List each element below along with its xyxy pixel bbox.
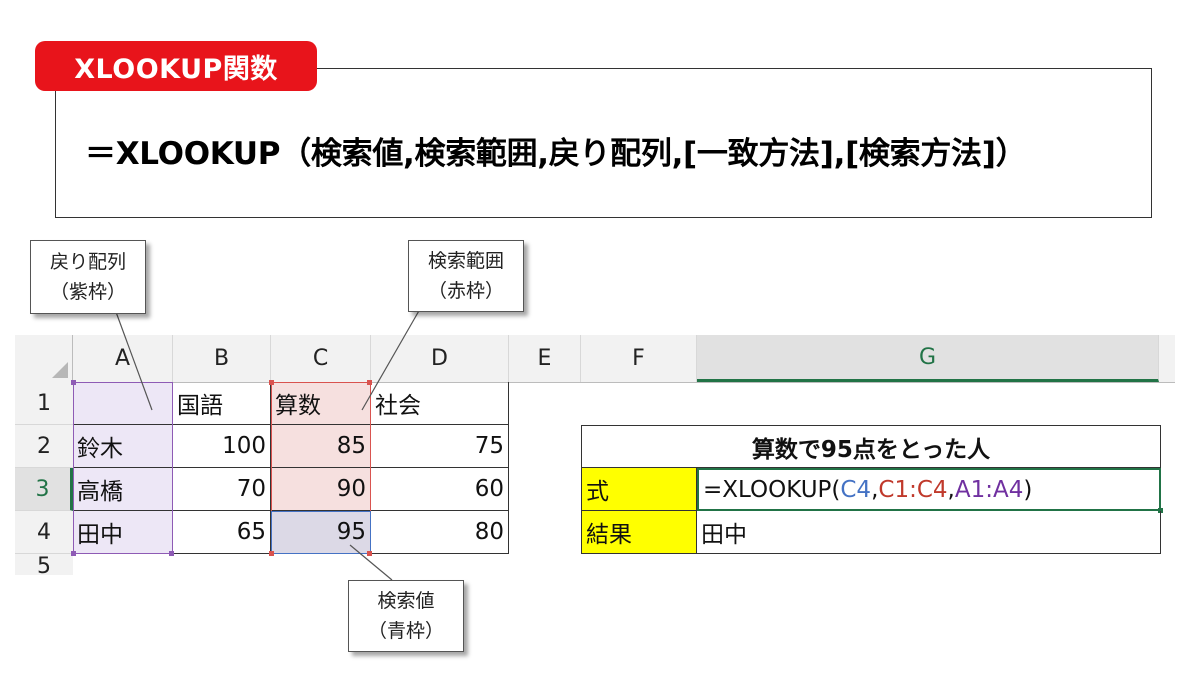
leader-line-lookup-value <box>349 544 393 581</box>
callout-return-array: 戻り配列 （紫枠） <box>30 240 146 314</box>
leader-line-lookup-array <box>361 308 421 411</box>
callout-note: （赤枠） <box>427 280 504 302</box>
leader-line-return-array <box>115 311 153 411</box>
callout-leader-lines <box>115 308 421 581</box>
callout-title: 戻り配列 <box>49 251 126 273</box>
callout-lookup-value: 検索値 （青枠） <box>348 580 464 652</box>
callout-note: （紫枠） <box>49 281 126 303</box>
callout-title: 検索範囲 <box>427 250 504 272</box>
callout-title: 検索値 <box>377 590 435 612</box>
callout-note: （青枠） <box>367 620 444 642</box>
callout-lookup-array: 検索範囲 （赤枠） <box>408 240 524 312</box>
